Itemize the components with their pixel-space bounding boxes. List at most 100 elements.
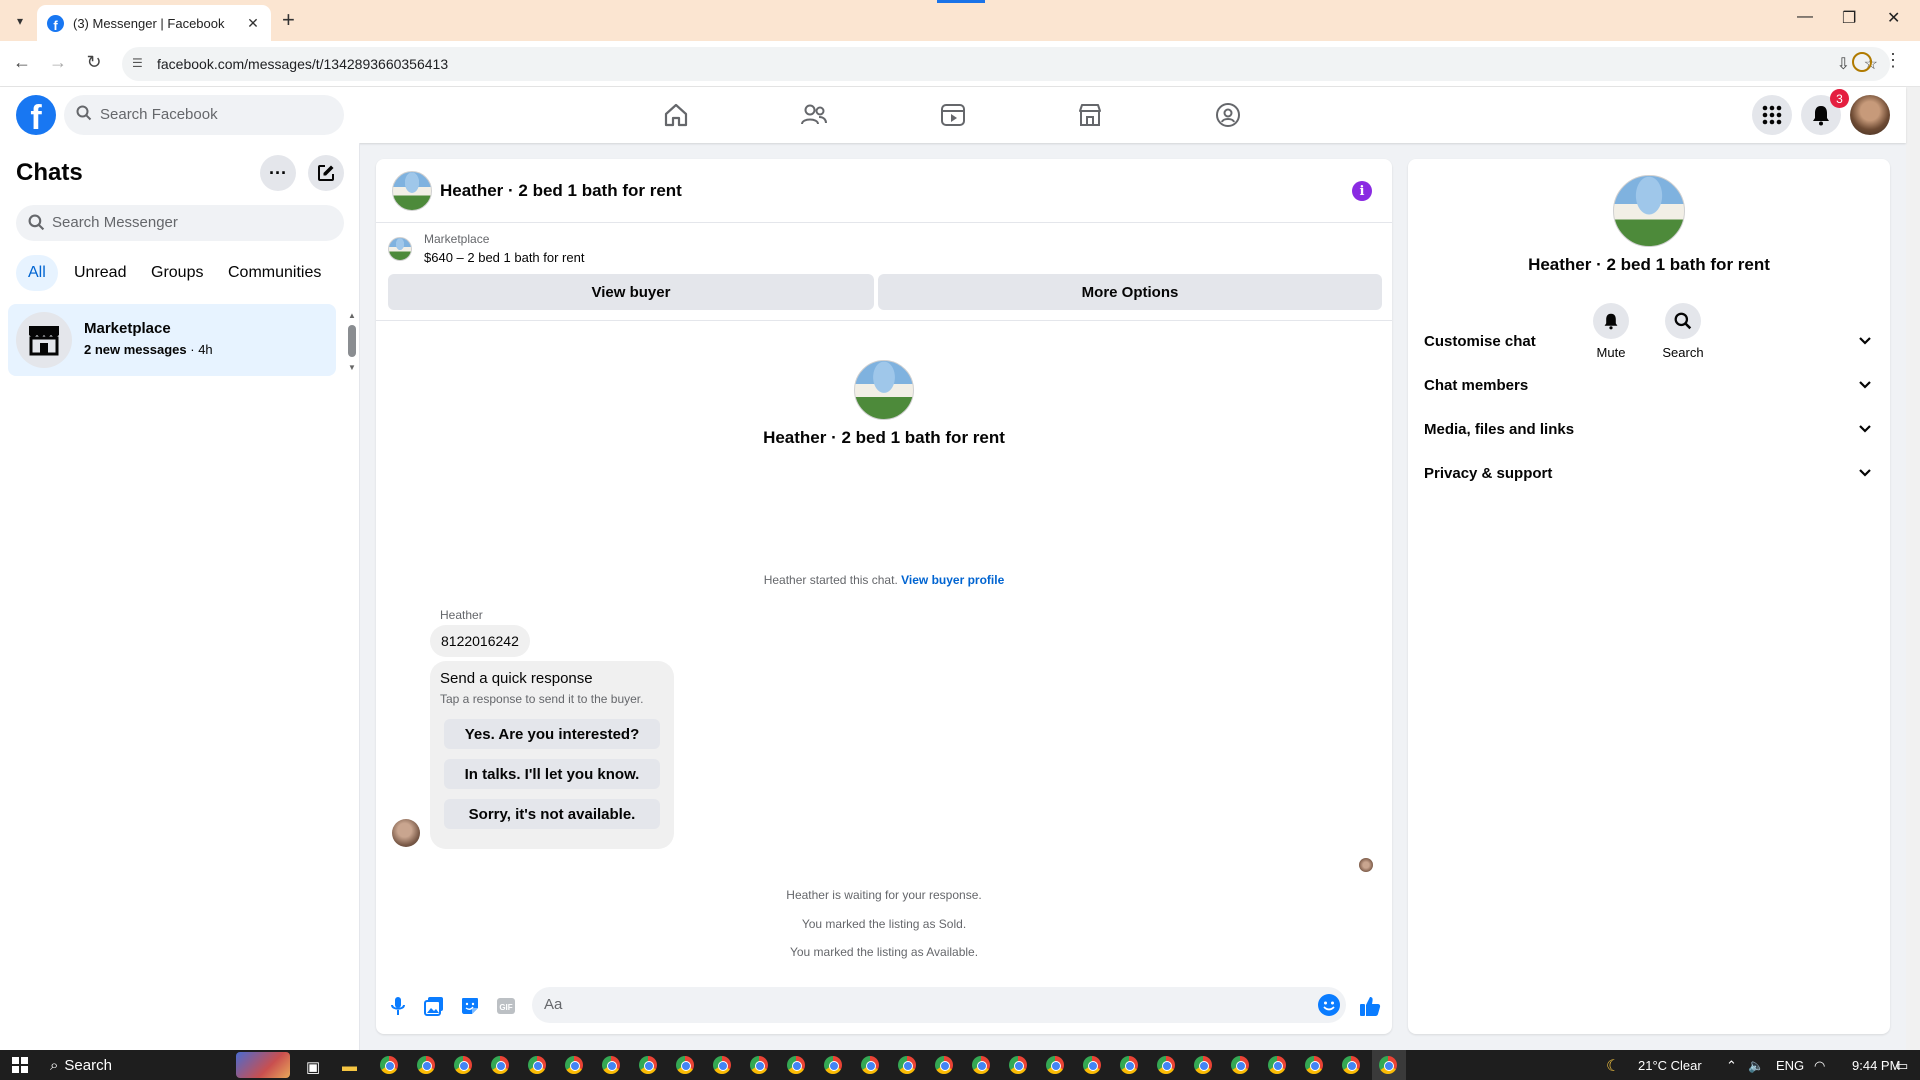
taskbar-search[interactable]: ⌕ Search xyxy=(50,1057,112,1074)
facebook-logo-icon[interactable]: f xyxy=(16,95,56,135)
listing-thumbnail[interactable] xyxy=(388,237,412,261)
chrome-taskbar-icon[interactable] xyxy=(676,1056,694,1074)
new-tab-icon[interactable]: + xyxy=(282,8,295,32)
clock[interactable]: 9:44 PM xyxy=(1852,1058,1900,1073)
facebook-search-input[interactable]: Search Facebook xyxy=(64,95,344,135)
tab-search-dropdown-icon[interactable]: ▾ xyxy=(8,10,32,32)
browser-menu-icon[interactable]: ⋮ xyxy=(1884,50,1902,71)
language-indicator[interactable]: ENG xyxy=(1776,1058,1804,1073)
chrome-taskbar-icon[interactable] xyxy=(1009,1056,1027,1074)
chrome-taskbar-icon[interactable] xyxy=(1379,1056,1397,1074)
sender-avatar[interactable] xyxy=(392,819,420,847)
message-input[interactable]: Aa xyxy=(532,987,1346,1023)
listing-price-title[interactable]: $640 – 2 bed 1 bath for rent xyxy=(424,250,584,265)
chrome-taskbar-icon[interactable] xyxy=(454,1056,472,1074)
chrome-taskbar-icon[interactable] xyxy=(528,1056,546,1074)
marketplace-icon[interactable] xyxy=(1076,101,1104,129)
omnibox[interactable]: ☰ facebook.com/messages/t/13428936603564… xyxy=(122,47,1890,81)
forward-icon[interactable]: → xyxy=(46,52,70,73)
filter-all[interactable]: All xyxy=(16,255,58,291)
conversation-avatar[interactable] xyxy=(392,171,432,211)
view-buyer-profile-link[interactable]: View buyer profile xyxy=(901,573,1004,587)
page-scrollbar[interactable] xyxy=(1906,87,1920,1050)
chrome-taskbar-icon[interactable] xyxy=(417,1056,435,1074)
chrome-taskbar-icon[interactable] xyxy=(861,1056,879,1074)
chrome-taskbar-icon[interactable] xyxy=(1231,1056,1249,1074)
minimize-icon[interactable]: — xyxy=(1797,8,1813,26)
attach-photo-icon[interactable] xyxy=(422,994,446,1018)
scroll-up-icon[interactable]: ▲ xyxy=(348,311,356,320)
section-customise-chat[interactable]: Customise chat xyxy=(1416,319,1882,363)
install-app-icon[interactable]: ⇩ xyxy=(1837,54,1850,74)
quick-response-not-available-button[interactable]: Sorry, it's not available. xyxy=(444,799,660,829)
chrome-taskbar-icon[interactable] xyxy=(750,1056,768,1074)
messenger-search-input[interactable]: Search Messenger xyxy=(16,205,344,241)
quick-response-in-talks-button[interactable]: In talks. I'll let you know. xyxy=(444,759,660,789)
weather-text[interactable]: 21°C Clear xyxy=(1638,1058,1702,1073)
sticker-icon[interactable] xyxy=(458,994,482,1018)
volume-icon[interactable]: 🔈 xyxy=(1748,1058,1764,1074)
chrome-taskbar-icon[interactable] xyxy=(1083,1056,1101,1074)
chrome-taskbar-icon[interactable] xyxy=(1268,1056,1286,1074)
chrome-taskbar-icon[interactable] xyxy=(787,1056,805,1074)
new-message-button[interactable] xyxy=(308,155,344,191)
chrome-taskbar-icon[interactable] xyxy=(972,1056,990,1074)
window-close-icon[interactable]: ✕ xyxy=(1887,8,1900,28)
url-text[interactable]: facebook.com/messages/t/1342893660356413 xyxy=(157,56,448,72)
chrome-taskbar-icon[interactable] xyxy=(1046,1056,1064,1074)
chrome-taskbar-icon[interactable] xyxy=(565,1056,583,1074)
chat-list-scrollbar[interactable]: ▲ ▼ xyxy=(348,311,356,372)
thumbs-up-icon[interactable] xyxy=(1358,994,1382,1018)
scroll-thumb[interactable] xyxy=(348,325,356,357)
chrome-taskbar-icon[interactable] xyxy=(898,1056,916,1074)
chrome-taskbar-icon[interactable] xyxy=(935,1056,953,1074)
video-icon[interactable] xyxy=(939,101,967,129)
chrome-taskbar-icon[interactable] xyxy=(824,1056,842,1074)
emoji-icon[interactable] xyxy=(1318,994,1340,1016)
chrome-taskbar-icon[interactable] xyxy=(380,1056,398,1074)
file-explorer-icon[interactable]: ▬ xyxy=(342,1058,357,1075)
notifications-button[interactable]: 3 xyxy=(1801,89,1849,135)
chat-list-item-marketplace[interactable]: Marketplace 2 new messages · 4h xyxy=(8,304,336,376)
chrome-taskbar-icon[interactable] xyxy=(1194,1056,1212,1074)
info-icon[interactable]: i xyxy=(1352,181,1372,201)
restore-icon[interactable]: ❐ xyxy=(1842,8,1856,28)
chrome-taskbar-icon[interactable] xyxy=(1157,1056,1175,1074)
notification-center-icon[interactable]: ▭ xyxy=(1896,1058,1908,1074)
tab-close-icon[interactable]: ✕ xyxy=(245,15,261,32)
chrome-taskbar-icon[interactable] xyxy=(1120,1056,1138,1074)
chrome-taskbar-icon[interactable] xyxy=(639,1056,657,1074)
microphone-icon[interactable] xyxy=(386,994,410,1018)
home-icon[interactable] xyxy=(662,101,690,129)
chrome-taskbar-icon[interactable] xyxy=(602,1056,620,1074)
taskbar-widget-image[interactable] xyxy=(236,1052,290,1078)
filter-unread[interactable]: Unread xyxy=(62,255,138,291)
view-buyer-button[interactable]: View buyer xyxy=(388,274,874,310)
chrome-taskbar-icon[interactable] xyxy=(1305,1056,1323,1074)
groups-icon[interactable] xyxy=(1214,101,1242,129)
friends-icon[interactable] xyxy=(800,101,828,129)
more-options-button[interactable]: More Options xyxy=(878,274,1382,310)
task-view-icon[interactable]: ▣ xyxy=(306,1058,320,1076)
browser-profile-icon[interactable] xyxy=(1852,52,1872,72)
reload-icon[interactable]: ↻ xyxy=(82,52,106,73)
chrome-taskbar-icon[interactable] xyxy=(491,1056,509,1074)
tray-chevron-icon[interactable]: ⌃ xyxy=(1726,1058,1737,1074)
chrome-taskbar-icon[interactable] xyxy=(713,1056,731,1074)
menu-grid-icon[interactable] xyxy=(1752,95,1792,135)
quick-response-yes-button[interactable]: Yes. Are you interested? xyxy=(444,719,660,749)
conversation-title[interactable]: Heather · 2 bed 1 bath for rent xyxy=(440,181,682,201)
message-bubble[interactable]: 8122016242 xyxy=(430,625,530,657)
back-icon[interactable]: ← xyxy=(10,52,34,73)
account-avatar[interactable] xyxy=(1850,95,1890,135)
site-info-icon[interactable]: ☰ xyxy=(132,56,143,70)
section-media-files-links[interactable]: Media, files and links xyxy=(1416,407,1882,451)
scroll-down-icon[interactable]: ▼ xyxy=(348,363,356,372)
filter-communities[interactable]: Communities xyxy=(216,255,333,291)
windows-start-icon[interactable] xyxy=(12,1057,28,1073)
section-privacy-support[interactable]: Privacy & support xyxy=(1416,451,1882,495)
wifi-icon[interactable]: ◠ xyxy=(1814,1058,1825,1074)
gif-icon[interactable]: GIF xyxy=(494,994,518,1018)
chats-options-button[interactable]: ··· xyxy=(260,155,296,191)
section-chat-members[interactable]: Chat members xyxy=(1416,363,1882,407)
